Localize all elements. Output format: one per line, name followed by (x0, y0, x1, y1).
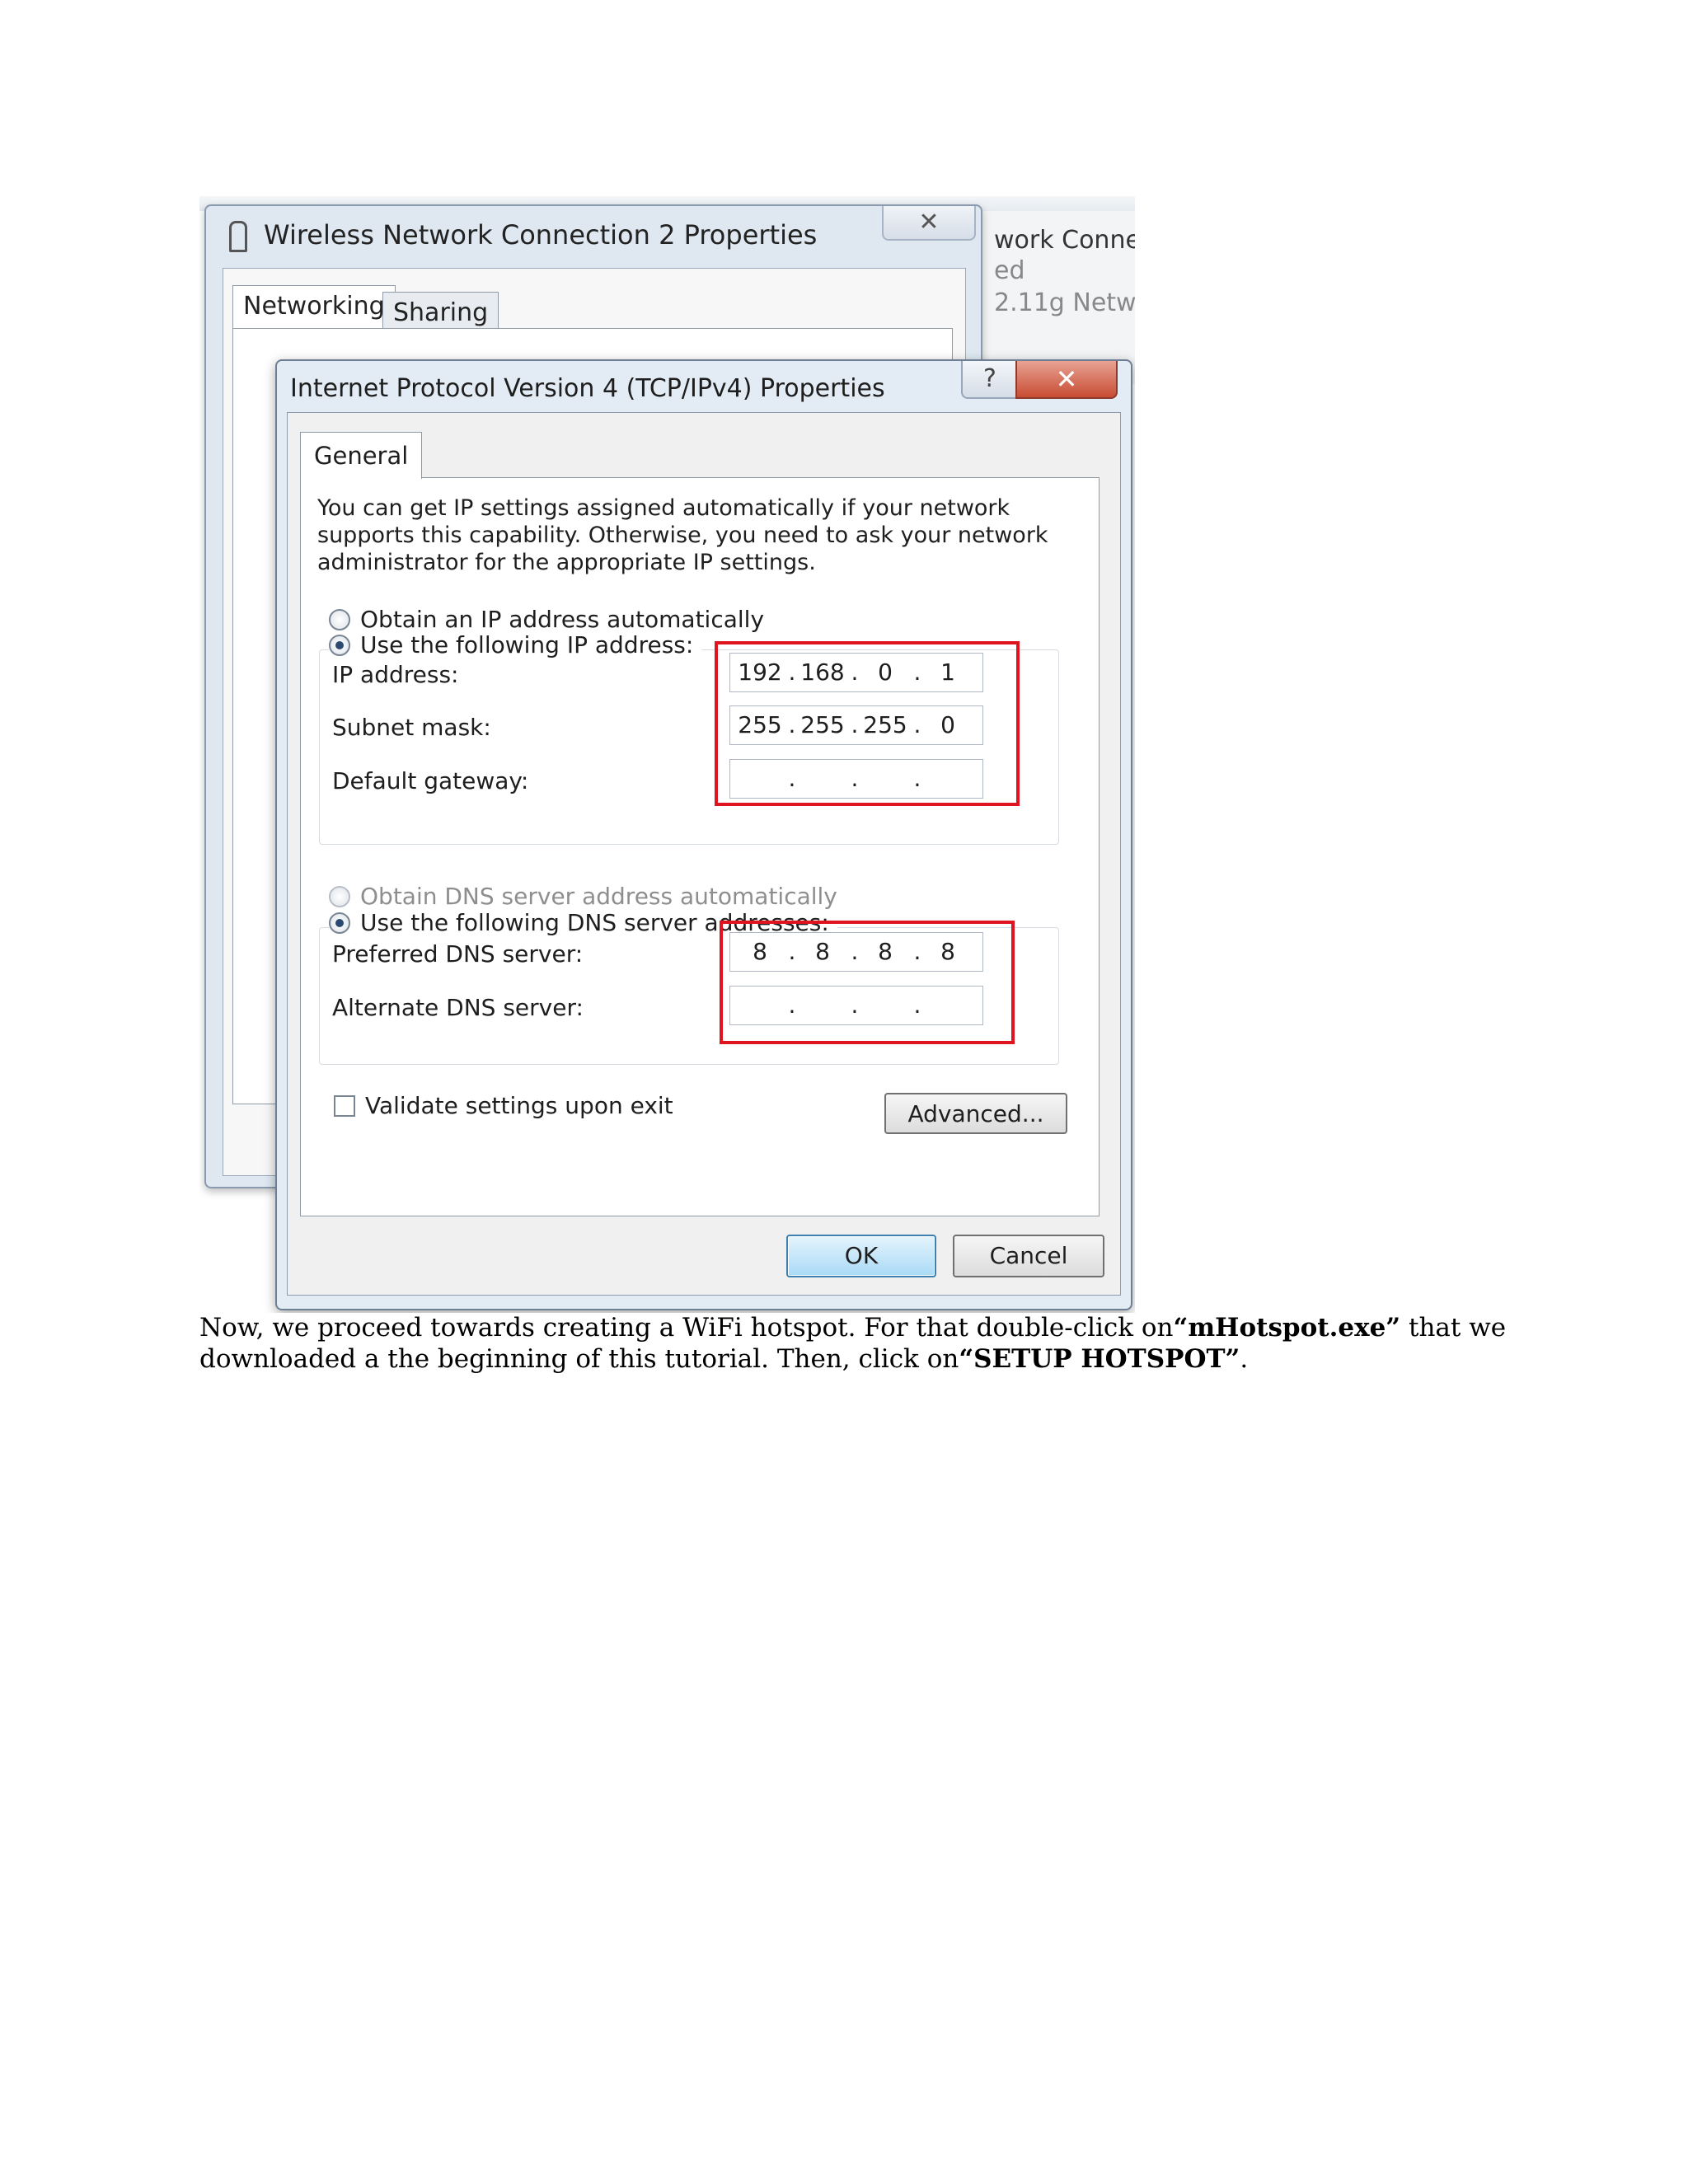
validate-settings-label: Validate settings upon exit (365, 1092, 673, 1119)
help-button[interactable]: ? (961, 361, 1019, 399)
background-network-name: work Connect (994, 226, 1135, 255)
ipv4-dialog-title: Internet Protocol Version 4 (TCP/IPv4) P… (290, 374, 885, 403)
caption-text-1: Now, we proceed towards creating a WiFi … (199, 1313, 1174, 1343)
ip-address-label: IP address: (332, 661, 459, 688)
radio-disabled-icon (329, 885, 350, 907)
radio-selected-icon (329, 634, 350, 656)
ipv4-dialog-close-button[interactable]: ✕ (1015, 361, 1118, 399)
ipv4-properties-dialog: Internet Protocol Version 4 (TCP/IPv4) P… (275, 359, 1132, 1310)
cancel-button[interactable]: Cancel (953, 1235, 1104, 1277)
preferred-dns-label: Preferred DNS server: (332, 940, 584, 968)
obtain-dns-auto-label: Obtain DNS server address automatically (360, 883, 837, 910)
intro-text: You can get IP settings assigned automat… (317, 495, 1048, 575)
alternate-dns-label: Alternate DNS server: (332, 994, 584, 1021)
obtain-dns-auto-radio[interactable]: Obtain DNS server address automatically (329, 883, 837, 910)
general-tab-panel: You can get IP settings assigned automat… (300, 477, 1100, 1216)
wireless-dialog-title: Wireless Network Connection 2 Properties (264, 219, 818, 251)
radio-unselected-icon (329, 608, 350, 630)
ip-highlight-box (715, 641, 1020, 806)
caption-bold-setup: “SETUP HOTSPOT” (959, 1344, 1240, 1374)
wireless-dialog-close-button[interactable]: ✕ (882, 206, 976, 241)
use-following-ip-label: Use the following IP address: (360, 631, 694, 658)
caption-text-3: . (1240, 1344, 1249, 1374)
tab-sharing[interactable]: Sharing (382, 292, 499, 330)
network-adapter-icon (229, 221, 247, 252)
use-following-ip-radio[interactable]: Use the following IP address: (329, 631, 702, 658)
background-network-panel: work Connect ed 2.11g Networ (982, 211, 1135, 384)
radio-selected-icon (329, 912, 350, 934)
background-network-status: ed (994, 256, 1025, 285)
obtain-ip-auto-radio[interactable]: Obtain an IP address automatically (329, 606, 764, 633)
background-network-adapter: 2.11g Networ (994, 288, 1135, 317)
caption-bold-filename: “mHotspot.exe” (1173, 1313, 1401, 1343)
tab-general[interactable]: General (300, 432, 423, 479)
subnet-mask-label: Subnet mask: (332, 714, 491, 741)
caption-paragraph: Now, we proceed towards creating a WiFi … (199, 1312, 1535, 1375)
default-gateway-label: Default gateway: (332, 767, 529, 794)
validate-settings-checkbox[interactable]: Validate settings upon exit (334, 1092, 673, 1119)
checkbox-icon (334, 1094, 355, 1117)
dns-highlight-box (720, 921, 1015, 1044)
advanced-button[interactable]: Advanced... (884, 1093, 1067, 1134)
ok-button[interactable]: OK (786, 1235, 936, 1277)
screenshot-image: work Connect ed 2.11g Networ Wireless Ne… (199, 196, 1135, 1313)
obtain-ip-auto-label: Obtain an IP address automatically (360, 606, 765, 633)
tab-networking[interactable]: Networking (232, 285, 396, 330)
